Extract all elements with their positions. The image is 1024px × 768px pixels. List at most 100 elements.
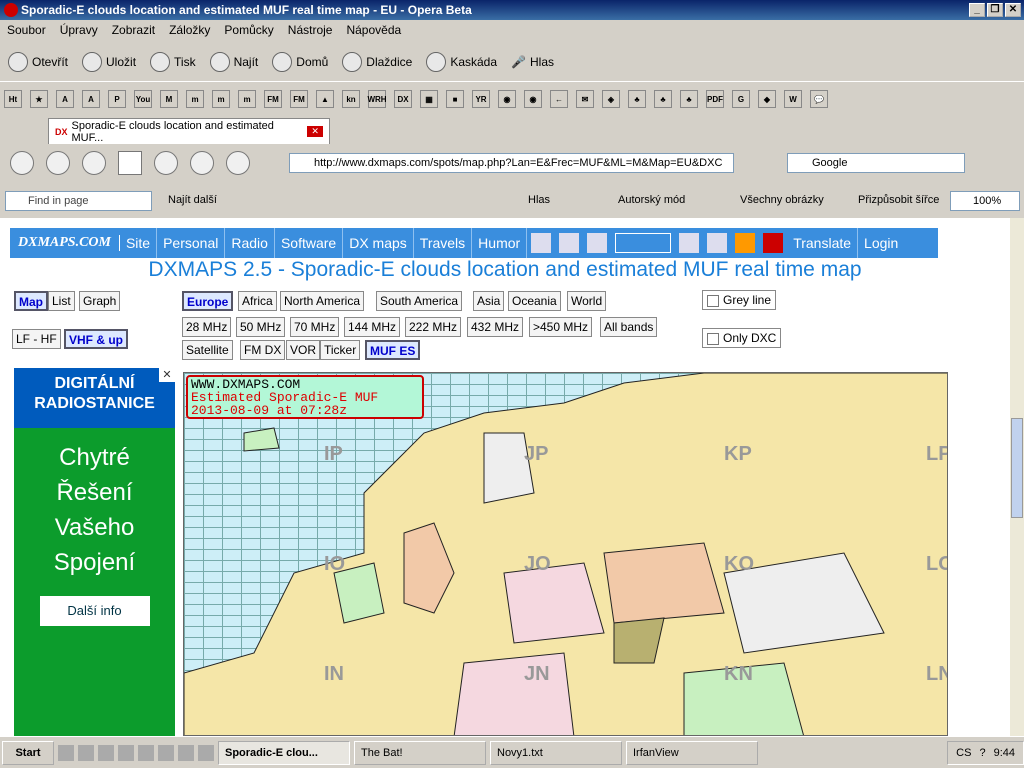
stop-button[interactable]	[118, 151, 142, 175]
youtube-icon[interactable]: You	[134, 90, 152, 108]
task-opera[interactable]: Sporadic-E clou...	[218, 740, 350, 765]
voice-button[interactable]: 🎤 Hlas	[511, 55, 554, 69]
nav-translate[interactable]: Translate	[787, 228, 859, 258]
people-icon[interactable]: ♣	[680, 90, 698, 108]
menu-view[interactable]: Zobrazit	[105, 23, 162, 37]
region-asia-button[interactable]: Asia	[473, 291, 505, 311]
wikipedia-icon[interactable]: W	[784, 90, 802, 108]
task-notepad[interactable]: Novy1.txt	[490, 740, 622, 765]
open-button[interactable]: Otevřít	[8, 51, 68, 72]
people-icon[interactable]: ♣	[628, 90, 646, 108]
quicklaunch-icon[interactable]	[138, 744, 154, 761]
find-in-page-input[interactable]: Find in page	[5, 191, 152, 211]
menu-edit[interactable]: Úpravy	[53, 23, 105, 37]
bookmark-icon[interactable]: ▦	[420, 90, 438, 108]
forward-button[interactable]	[82, 151, 106, 175]
bookmark-icon[interactable]: WRH	[367, 90, 387, 108]
pdf-icon[interactable]: PDF	[706, 90, 724, 108]
help-icon[interactable]: ?	[979, 747, 985, 759]
band-144-button[interactable]: 144 MHz	[344, 317, 401, 337]
nav-site[interactable]: Site	[120, 228, 158, 258]
mode-fmdx-button[interactable]: FM DX	[240, 340, 286, 360]
rss-icon[interactable]	[735, 233, 756, 253]
ad-more-info-button[interactable]: Další info	[39, 596, 150, 626]
menu-tools[interactable]: Nástroje	[281, 23, 340, 37]
dx-icon[interactable]: DX	[394, 90, 412, 108]
bookmark-icon[interactable]: YR	[472, 90, 490, 108]
nav-radio[interactable]: Radio	[225, 228, 275, 258]
map-icon[interactable]	[707, 233, 728, 253]
reload-button[interactable]	[190, 151, 214, 175]
band-50-button[interactable]: 50 MHz	[236, 317, 286, 337]
language-indicator[interactable]: CS	[956, 747, 971, 759]
fit-width-button[interactable]: Přizpůsobit šířce	[858, 194, 939, 206]
zoom-select[interactable]: 100%	[950, 191, 1020, 211]
bookmark-icon[interactable]: M	[160, 90, 178, 108]
mode-vor-button[interactable]: VOR	[286, 340, 321, 360]
advertisement[interactable]: DIGITÁLNÍ RADIOSTANICE ✕ Chytré Řešení V…	[14, 368, 175, 736]
monitor-icon[interactable]	[587, 233, 608, 253]
print-button[interactable]: Tisk	[150, 51, 196, 72]
band-70-button[interactable]: 70 MHz	[290, 317, 340, 337]
chat-icon[interactable]: 💬	[810, 90, 828, 108]
grey-line-checkbox[interactable]: Grey line	[702, 290, 777, 310]
quicklaunch-icon[interactable]	[98, 744, 114, 761]
site-search-input[interactable]	[615, 233, 672, 253]
back-button[interactable]	[46, 151, 70, 175]
region-north-america-button[interactable]: North America	[280, 291, 365, 311]
address-field[interactable]: http://www.dxmaps.com/spots/map.php?Lan=…	[289, 153, 734, 173]
quicklaunch-icon[interactable]	[78, 744, 94, 761]
bookmark-icon[interactable]: ■	[446, 90, 464, 108]
nav-login[interactable]: Login	[858, 228, 904, 258]
quicklaunch-icon[interactable]	[118, 744, 134, 761]
region-europe-button[interactable]: Europe	[182, 291, 234, 311]
band-all-button[interactable]: All bands	[600, 317, 658, 337]
home-button[interactable]: Domů	[272, 51, 328, 72]
rewind-button[interactable]	[10, 151, 34, 175]
bookmark-icon[interactable]: m	[186, 90, 204, 108]
bookmark-icon[interactable]: FM	[264, 90, 282, 108]
bookmark-icon[interactable]: A	[82, 90, 100, 108]
region-africa-button[interactable]: Africa	[238, 291, 277, 311]
globe-icon[interactable]: ◉	[498, 90, 516, 108]
find-button[interactable]: Najít	[209, 51, 258, 72]
menu-help[interactable]: Nápověda	[339, 23, 408, 37]
mail-icon[interactable]: ✉	[576, 90, 594, 108]
scrollbar-thumb[interactable]	[1011, 418, 1023, 518]
vertical-scrollbar[interactable]	[1010, 218, 1024, 736]
nav-humor[interactable]: Humor	[472, 228, 528, 258]
task-irfanview[interactable]: IrfanView	[626, 740, 758, 765]
arrow-icon[interactable]: ←	[550, 90, 568, 108]
quicklaunch-icon[interactable]	[158, 744, 174, 761]
all-images-button[interactable]: Všechny obrázky	[740, 194, 824, 206]
start-button[interactable]: Start	[2, 740, 54, 765]
bookmark-icon[interactable]: ◆	[758, 90, 776, 108]
fast-forward-button[interactable]	[154, 151, 178, 175]
quicklaunch-icon[interactable]	[58, 744, 74, 761]
cascade-button[interactable]: Kaskáda	[426, 51, 497, 72]
tab-close-icon[interactable]: ✕	[307, 126, 323, 137]
mode-satellite-button[interactable]: Satellite	[182, 340, 233, 360]
menu-file[interactable]: Soubor	[0, 23, 53, 37]
bookmark-icon[interactable]: A	[56, 90, 74, 108]
ad-close-icon[interactable]: ✕	[159, 368, 175, 382]
view-list-button[interactable]: List	[48, 291, 75, 311]
people-icon[interactable]: ♣	[654, 90, 672, 108]
binoculars-icon[interactable]	[531, 233, 552, 253]
save-page-button[interactable]	[226, 151, 250, 175]
vhf-up-button[interactable]: VHF & up	[64, 329, 128, 349]
bookmark-icon[interactable]: ★	[30, 90, 48, 108]
region-south-america-button[interactable]: South America	[376, 291, 463, 311]
search-field[interactable]: Google	[787, 153, 965, 173]
save-button[interactable]: Uložit	[82, 51, 136, 72]
bookmark-icon[interactable]: ◈	[602, 90, 620, 108]
muf-map[interactable]: WWW.DXMAPS.COM Estimated Sporadic-E MUF …	[183, 372, 948, 736]
find-next-button[interactable]: Najít další	[168, 194, 217, 206]
site-logo[interactable]: DXMAPS.COM	[10, 235, 120, 251]
bookmark-icon[interactable]: ▲	[316, 90, 334, 108]
quicklaunch-icon[interactable]	[178, 744, 194, 761]
bookmark-icon[interactable]: P	[108, 90, 126, 108]
globe-icon[interactable]: ◉	[524, 90, 542, 108]
bookmark-icon[interactable]: m	[212, 90, 230, 108]
spain-flag-icon[interactable]	[763, 233, 784, 253]
